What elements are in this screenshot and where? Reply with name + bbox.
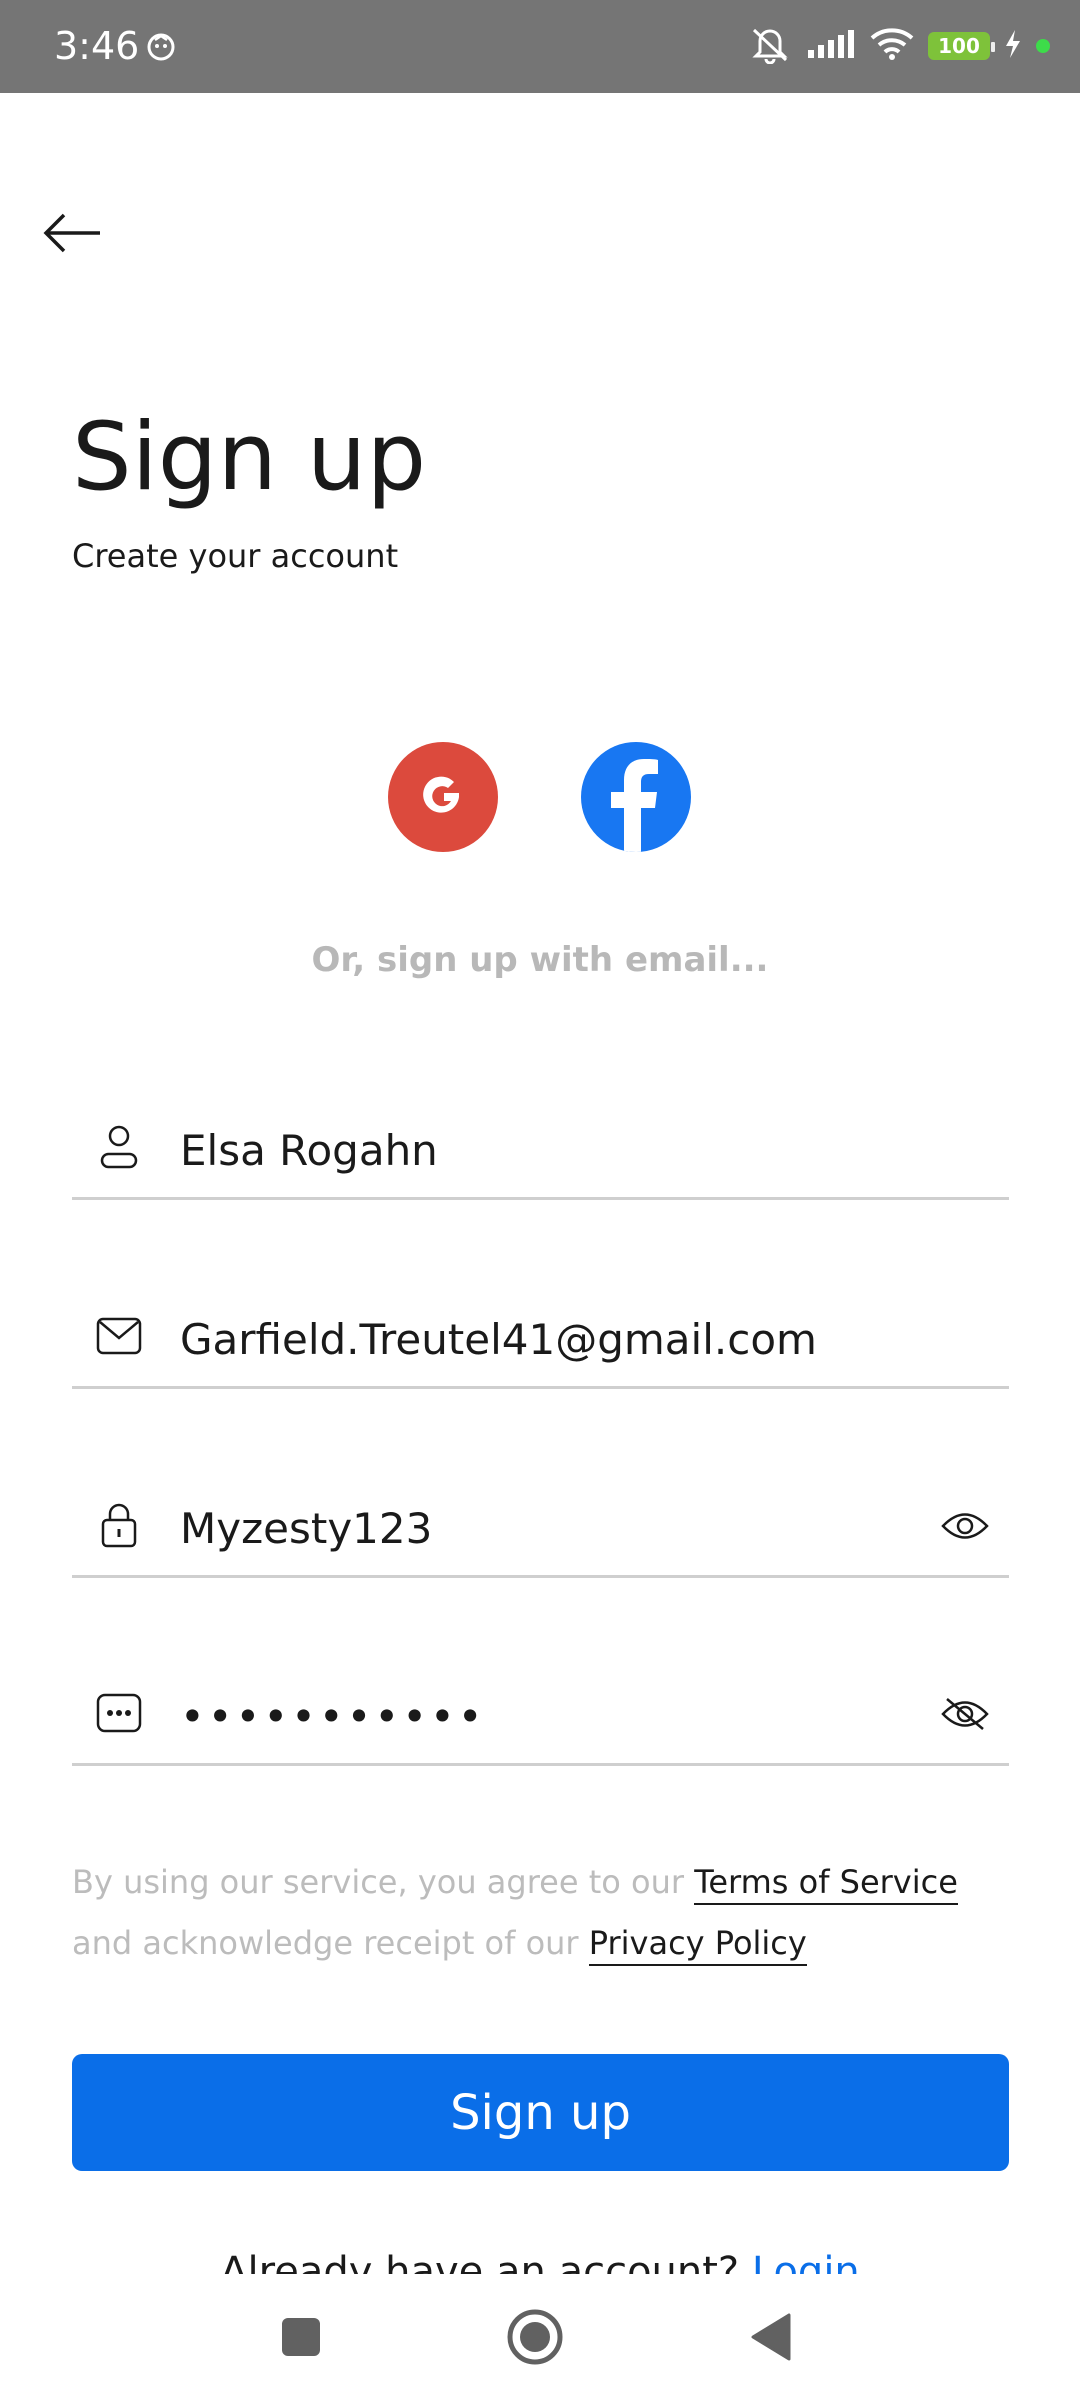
status-icons: 100 [748, 22, 1050, 70]
wifi-icon [870, 27, 914, 65]
privacy-indicator-dot [1036, 39, 1050, 53]
email-input[interactable]: Garfield.Treutel41@gmail.com [180, 1313, 817, 1367]
status-time: 3:46 [54, 24, 140, 68]
password-field[interactable]: Myzesty123 [72, 1458, 1009, 1578]
google-icon [423, 776, 459, 813]
facebook-signup-button[interactable] [581, 742, 691, 852]
terms-text-middle: and acknowledge receipt of our [72, 1924, 589, 1962]
eye-off-icon [941, 1698, 989, 1730]
name-field[interactable]: Elsa Rogahn [72, 1080, 1009, 1200]
arrow-left-icon [43, 213, 100, 253]
divider-text: Or, sign up with email... [311, 940, 769, 980]
confirm-password-field[interactable]: ••••••••••• [72, 1646, 1009, 1766]
eye-icon [941, 1513, 989, 1539]
page-subtitle: Create your account [72, 537, 399, 575]
terms-text-before: By using our service, you agree to our [72, 1863, 695, 1901]
user-icon [96, 1124, 142, 1170]
recents-button[interactable] [266, 2302, 336, 2372]
confirm-password-input[interactable]: ••••••••••• [180, 1690, 486, 1744]
lock-icon [96, 1502, 142, 1548]
terms-notice: By using our service, you agree to our T… [72, 1852, 1012, 1974]
notification-app-icon [146, 32, 176, 66]
square-icon [282, 2318, 320, 2356]
password-dots-icon [96, 1690, 142, 1736]
circle-home-icon [507, 2309, 563, 2365]
email-field[interactable]: Garfield.Treutel41@gmail.com [72, 1269, 1009, 1389]
home-button[interactable] [500, 2302, 570, 2372]
status-bar: 3:46 100 [0, 0, 1080, 93]
charging-icon [1004, 29, 1022, 63]
password-input[interactable]: Myzesty123 [180, 1502, 432, 1556]
battery-icon: 100 [928, 32, 995, 60]
signup-button[interactable]: Sign up [72, 2054, 1009, 2171]
system-nav-bar [0, 2274, 1080, 2400]
back-button[interactable] [40, 205, 104, 261]
triangle-back-icon [751, 2313, 791, 2361]
battery-level: 100 [938, 34, 980, 58]
mute-icon [748, 24, 792, 68]
login-link[interactable]: Login [752, 2249, 860, 2274]
mail-icon [96, 1313, 142, 1359]
back-nav-button[interactable] [736, 2302, 806, 2372]
signal-icon [806, 28, 856, 64]
login-prompt-text: Already have an account? [220, 2249, 752, 2274]
google-signup-button[interactable] [388, 742, 498, 852]
name-input[interactable]: Elsa Rogahn [180, 1124, 438, 1178]
terms-of-service-link[interactable]: Terms of Service [694, 1863, 958, 1905]
hide-password-toggle[interactable] [941, 1694, 989, 1734]
login-prompt: Already have an account? Login [0, 2240, 1080, 2274]
privacy-policy-link[interactable]: Privacy Policy [588, 1924, 807, 1966]
page-title: Sign up [72, 403, 427, 512]
facebook-icon [611, 759, 658, 852]
show-password-toggle[interactable] [941, 1506, 989, 1546]
